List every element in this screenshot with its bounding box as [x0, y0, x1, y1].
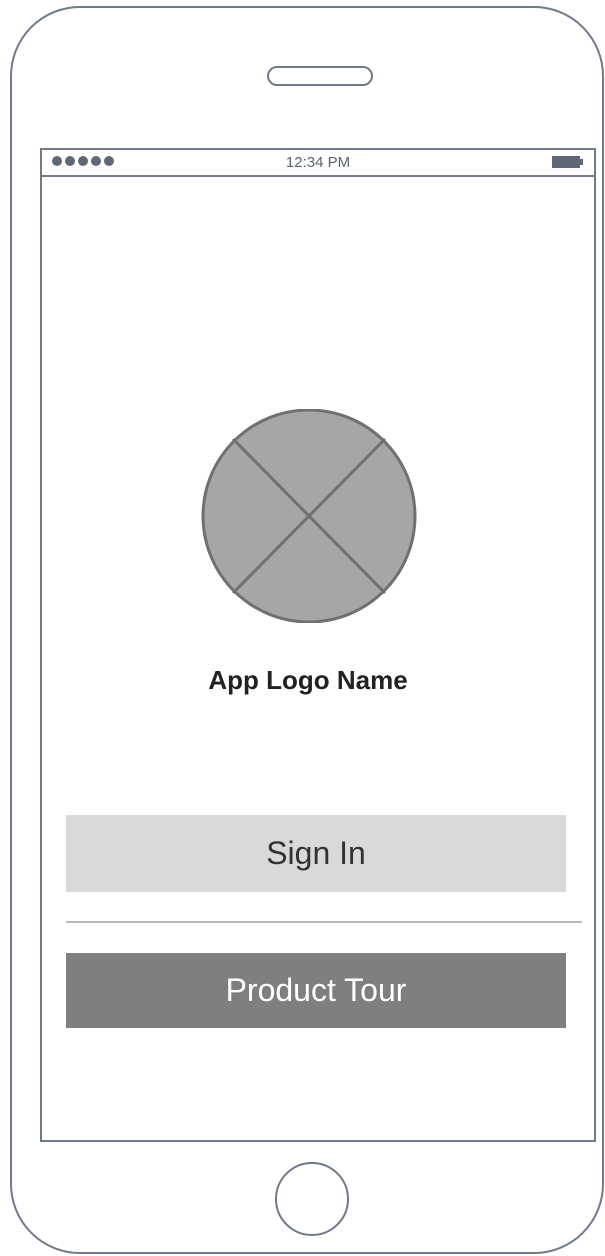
home-button[interactable]	[275, 1162, 349, 1236]
status-bar: 12:34 PM	[42, 150, 594, 177]
app-logo-name: App Logo Name	[208, 665, 408, 695]
divider	[66, 921, 582, 923]
speaker-grille	[267, 66, 373, 86]
battery-icon	[552, 156, 584, 168]
product-tour-button[interactable]: Product Tour	[66, 953, 566, 1028]
app-screen: 12:34 PM App Logo Name Sign In Product T…	[40, 148, 596, 1142]
sign-in-button[interactable]: Sign In	[66, 815, 566, 892]
image-placeholder-icon	[201, 409, 417, 623]
phone-frame: 12:34 PM App Logo Name Sign In Product T…	[10, 6, 604, 1254]
status-time: 12:34 PM	[285, 154, 351, 171]
